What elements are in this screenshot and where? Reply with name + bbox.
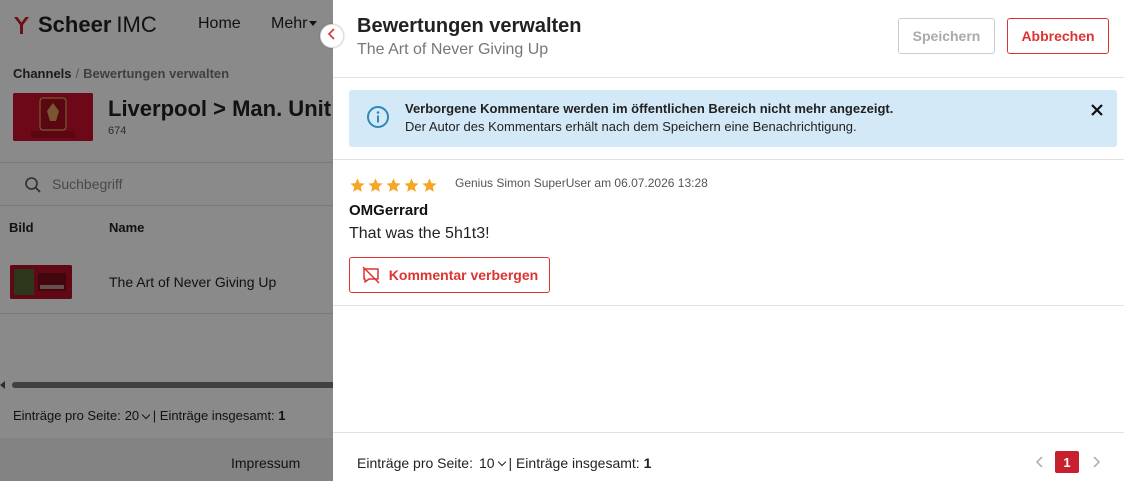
review-item: Genius Simon SuperUser am 06.07.2026 13:…	[333, 160, 1124, 306]
per-page-select[interactable]: 10	[478, 455, 506, 471]
hide-comment-button[interactable]: Kommentar verbergen	[349, 257, 550, 293]
page-number-button[interactable]: 1	[1055, 451, 1079, 473]
next-page-icon[interactable]	[1089, 453, 1103, 471]
hide-comment-icon	[361, 266, 381, 284]
cancel-button[interactable]: Abbrechen	[1007, 18, 1109, 54]
chevron-left-icon	[327, 27, 337, 45]
per-page-label: Einträge pro Seite:	[357, 455, 473, 471]
star-icon	[403, 177, 420, 194]
star-icon	[367, 177, 384, 194]
save-button[interactable]: Speichern	[898, 18, 995, 54]
info-title: Verborgene Kommentare werden im öffentli…	[405, 101, 894, 116]
previous-page-icon[interactable]	[1033, 453, 1047, 471]
drawer-title: Bewertungen verwalten	[357, 15, 582, 37]
review-author: OMGerrard	[349, 202, 429, 219]
chevron-down-icon	[497, 457, 506, 467]
drawer-header: Bewertungen verwalten The Art of Never G…	[333, 0, 1124, 78]
total-count: 1	[643, 455, 652, 471]
info-banner: Verborgene Kommentare werden im öffentli…	[349, 90, 1117, 147]
per-page-value: 10	[478, 455, 495, 471]
star-rating	[349, 177, 439, 194]
pagination-info: Einträge pro Seite: 10 | Einträge insgesa…	[357, 455, 651, 471]
star-icon	[421, 177, 438, 194]
manage-reviews-drawer: Bewertungen verwalten The Art of Never G…	[333, 0, 1124, 481]
collapse-drawer-button[interactable]	[320, 24, 344, 48]
drawer-subtitle: The Art of Never Giving Up	[357, 41, 549, 58]
star-icon	[385, 177, 402, 194]
review-text: That was the 5h1t3!	[349, 225, 490, 242]
info-text: Der Autor des Kommentars erhält nach dem…	[405, 119, 857, 134]
total-label: | Einträge insgesamt:	[508, 455, 640, 471]
info-icon	[366, 105, 390, 134]
review-meta: Genius Simon SuperUser am 06.07.2026 13:…	[455, 176, 708, 190]
close-icon[interactable]	[1090, 103, 1104, 117]
star-icon	[349, 177, 366, 194]
drawer-pagination: Einträge pro Seite: 10 | Einträge insgesa…	[333, 432, 1124, 481]
hide-comment-label: Kommentar verbergen	[388, 267, 539, 283]
